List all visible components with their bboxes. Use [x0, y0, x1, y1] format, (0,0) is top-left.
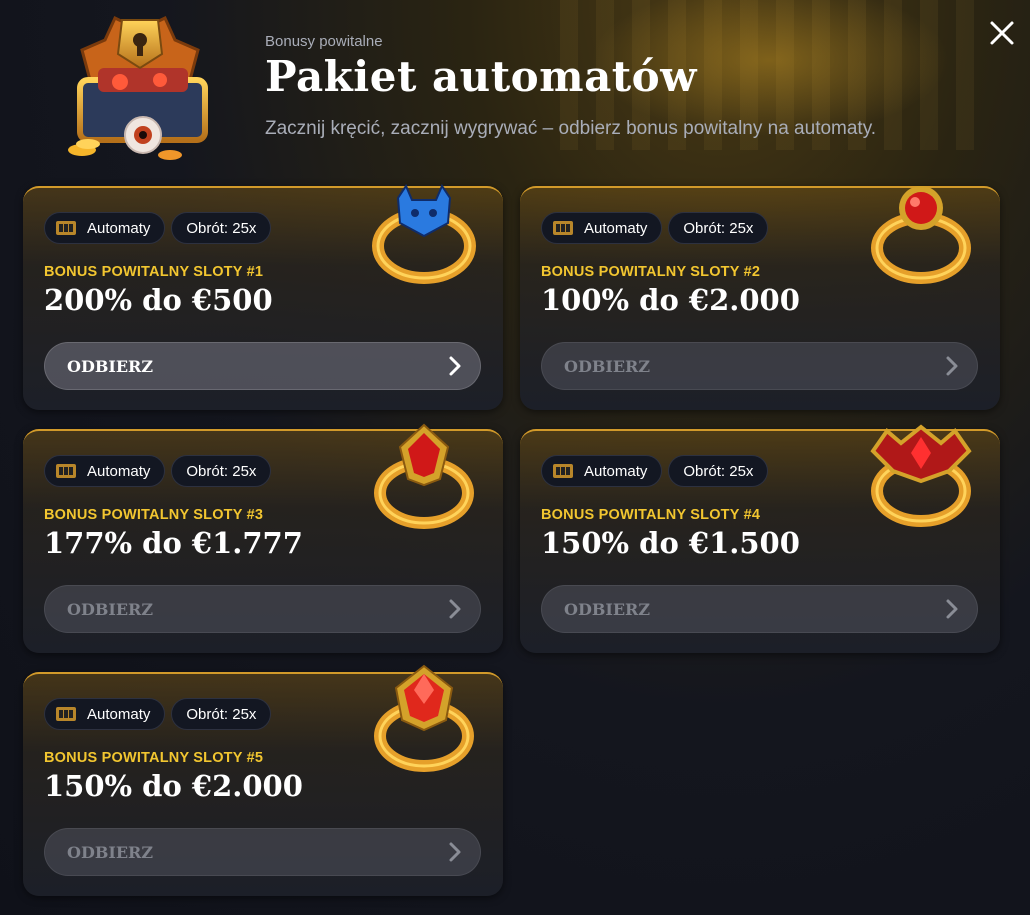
wager-tag: Obrót: 25x	[668, 455, 769, 487]
category-tag: Automaty	[44, 698, 166, 730]
devil-ring-icon	[372, 183, 476, 284]
bonus-card: Automaty Obrót: 25x BONUS POWITALNY SLOT…	[520, 186, 1000, 410]
category-tag: Automaty	[541, 455, 663, 487]
slot-machine-icon	[553, 464, 573, 478]
claim-button-label: ODBIERZ	[564, 599, 650, 619]
claim-button-label: ODBIERZ	[67, 356, 153, 376]
category-tag-label: Automaty	[584, 462, 648, 480]
chevron-right-icon	[449, 356, 461, 376]
category-tag-label: Automaty	[87, 705, 151, 723]
slot-machine-icon	[553, 221, 573, 235]
claim-button[interactable]: ODBIERZ	[541, 342, 978, 390]
bonus-card: Automaty Obrót: 25x BONUS POWITALNY SLOT…	[23, 423, 503, 653]
bonus-amount: 150% do €2.000	[44, 769, 303, 803]
page-title: Pakiet automatów	[265, 52, 697, 101]
bonus-card: Automaty Obrót: 25x BONUS POWITALNY SLOT…	[520, 424, 1000, 653]
slot-machine-icon	[56, 221, 76, 235]
claim-button[interactable]: ODBIERZ	[44, 342, 481, 390]
bonus-name: BONUS POWITALNY SLOTY #5	[44, 750, 264, 766]
category-tag: Automaty	[44, 212, 166, 244]
chevron-right-icon	[946, 599, 958, 619]
chevron-right-icon	[449, 599, 461, 619]
ruby-ring-icon	[871, 186, 971, 284]
bat-ring-icon	[870, 424, 972, 527]
claim-button-label: ODBIERZ	[67, 842, 153, 862]
treasure-chest-icon	[68, 15, 208, 160]
gem-ring-icon	[374, 664, 474, 772]
chevron-right-icon	[946, 356, 958, 376]
bonus-amount: 150% do €1.500	[541, 526, 800, 560]
category-tag: Automaty	[44, 455, 166, 487]
bonus-card: Automaty Obrót: 25x BONUS POWITALNY SLOT…	[23, 183, 503, 410]
wager-tag: Obrót: 25x	[171, 698, 272, 730]
bonus-name: BONUS POWITALNY SLOTY #1	[44, 264, 264, 280]
claim-button[interactable]: ODBIERZ	[44, 585, 481, 633]
wager-tag: Obrót: 25x	[668, 212, 769, 244]
bonus-amount: 177% do €1.777	[44, 526, 303, 560]
category-tag-label: Automaty	[87, 219, 151, 237]
crystal-ring-icon	[374, 423, 474, 529]
wager-tag: Obrót: 25x	[171, 212, 272, 244]
claim-button-label: ODBIERZ	[67, 599, 153, 619]
header-subtitle: Bonusy powitalne	[265, 33, 383, 50]
claim-button-label: ODBIERZ	[564, 356, 650, 376]
category-tag-label: Automaty	[87, 462, 151, 480]
header-description: Zacznij kręcić, zacznij wygrywać – odbie…	[265, 118, 877, 139]
bonus-amount: 100% do €2.000	[541, 283, 800, 317]
bonus-name: BONUS POWITALNY SLOTY #2	[541, 264, 761, 280]
category-tag: Automaty	[541, 212, 663, 244]
claim-button[interactable]: ODBIERZ	[44, 828, 481, 876]
bonus-name: BONUS POWITALNY SLOTY #4	[541, 507, 761, 523]
category-tag-label: Automaty	[584, 219, 648, 237]
bonus-card: Automaty Obrót: 25x BONUS POWITALNY SLOT…	[23, 664, 503, 896]
chevron-right-icon	[449, 842, 461, 862]
slot-machine-icon	[56, 464, 76, 478]
close-icon[interactable]	[985, 16, 1019, 50]
bonus-amount: 200% do €500	[44, 283, 273, 317]
wager-tag: Obrót: 25x	[171, 455, 272, 487]
slot-machine-icon	[56, 707, 76, 721]
bonus-name: BONUS POWITALNY SLOTY #3	[44, 507, 264, 523]
claim-button[interactable]: ODBIERZ	[541, 585, 978, 633]
